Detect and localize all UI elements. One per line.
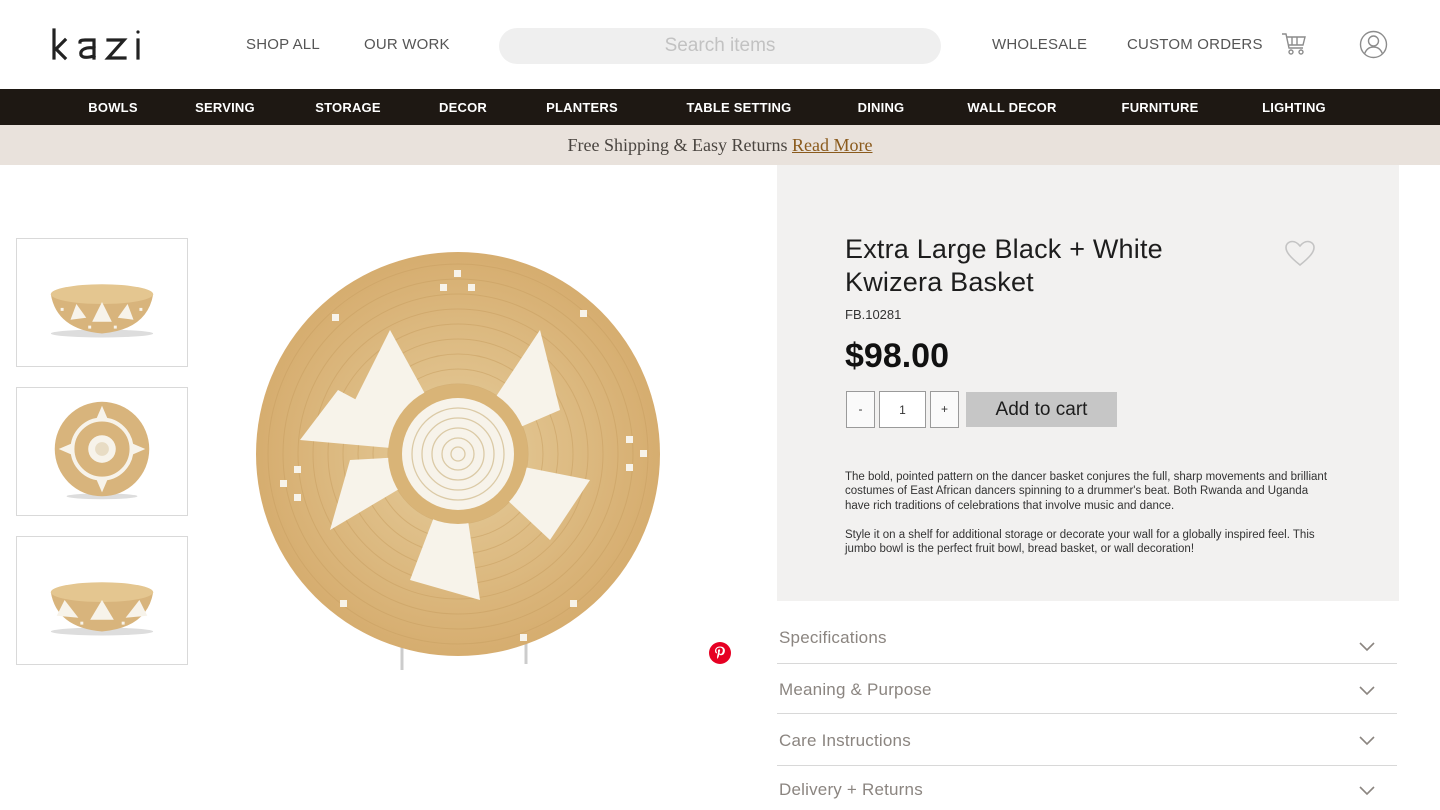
chevron-down-icon: [1359, 642, 1375, 652]
promo-banner: Free Shipping & Easy Returns Read More: [0, 125, 1440, 165]
cart-icon[interactable]: [1281, 31, 1307, 57]
category-planters[interactable]: PLANTERS: [546, 100, 618, 115]
product-title: Extra Large Black + White Kwizera Basket: [845, 234, 1163, 297]
chevron-down-icon: [1359, 786, 1375, 796]
category-bowls[interactable]: BOWLS: [88, 100, 137, 115]
user-icon[interactable]: [1359, 30, 1388, 59]
promo-text: Free Shipping & Easy Returns: [567, 135, 792, 155]
thumbnail-top-view[interactable]: [16, 387, 188, 516]
product-price: $98.00: [845, 337, 949, 375]
pinterest-icon[interactable]: [708, 641, 732, 665]
wishlist-heart-icon[interactable]: [1284, 239, 1316, 267]
product-description-2: Style it on a shelf for additional stora…: [845, 529, 1315, 556]
product-sku: FB.10281: [845, 307, 902, 322]
category-wall-decor[interactable]: WALL DECOR: [967, 100, 1056, 115]
category-furniture[interactable]: FURNITURE: [1122, 100, 1199, 115]
nav-shop-all[interactable]: SHOP ALL: [246, 36, 320, 53]
accordion-meaning-purpose[interactable]: Meaning & Purpose: [777, 664, 1397, 714]
accordion-care-instructions[interactable]: Care Instructions: [777, 716, 1397, 766]
accordion-delivery-returns[interactable]: Delivery + Returns: [777, 766, 1397, 810]
basket-top-image: [54, 401, 150, 500]
category-serving[interactable]: SERVING: [195, 100, 255, 115]
promo-read-more-link[interactable]: Read More: [792, 135, 872, 155]
accordion-label: Delivery + Returns: [779, 780, 923, 799]
chevron-down-icon: [1359, 736, 1375, 746]
accordion-label: Care Instructions: [779, 731, 911, 750]
kazi-logo[interactable]: [50, 22, 180, 66]
basket-side-image: [50, 284, 154, 338]
product-main-image[interactable]: [240, 240, 680, 680]
accordion-specifications[interactable]: Specifications: [777, 614, 1397, 664]
nav-custom-orders[interactable]: CUSTOM ORDERS: [1127, 36, 1263, 53]
nav-wholesale[interactable]: WHOLESALE: [992, 36, 1087, 53]
category-storage[interactable]: STORAGE: [315, 100, 380, 115]
basket-angle-image: [50, 582, 154, 636]
product-info-panel: Extra Large Black + White Kwizera Basket…: [777, 165, 1399, 601]
nav-our-work[interactable]: OUR WORK: [364, 36, 450, 53]
add-to-cart-button[interactable]: Add to cart: [966, 392, 1117, 427]
chevron-down-icon: [1359, 686, 1375, 696]
quantity-input[interactable]: [879, 391, 926, 428]
category-dining[interactable]: DINING: [858, 100, 905, 115]
accordion-label: Meaning & Purpose: [779, 680, 932, 699]
category-lighting[interactable]: LIGHTING: [1262, 100, 1326, 115]
category-bar: BOWLS SERVING STORAGE DECOR PLANTERS TAB…: [0, 89, 1440, 125]
product-description-1: The bold, pointed pattern on the dancer …: [845, 471, 1328, 512]
accordion-label: Specifications: [779, 628, 887, 647]
category-decor[interactable]: DECOR: [439, 100, 487, 115]
quantity-decrease-button[interactable]: -: [846, 391, 875, 428]
quantity-increase-button[interactable]: +: [930, 391, 959, 428]
thumbnail-side-view[interactable]: [16, 238, 188, 367]
site-header: SHOP ALL OUR WORK WHOLESALE CUSTOM ORDER…: [0, 0, 1440, 89]
search-input[interactable]: [499, 28, 941, 64]
category-table-setting[interactable]: TABLE SETTING: [687, 100, 792, 115]
thumbnail-angle-view[interactable]: [16, 536, 188, 665]
